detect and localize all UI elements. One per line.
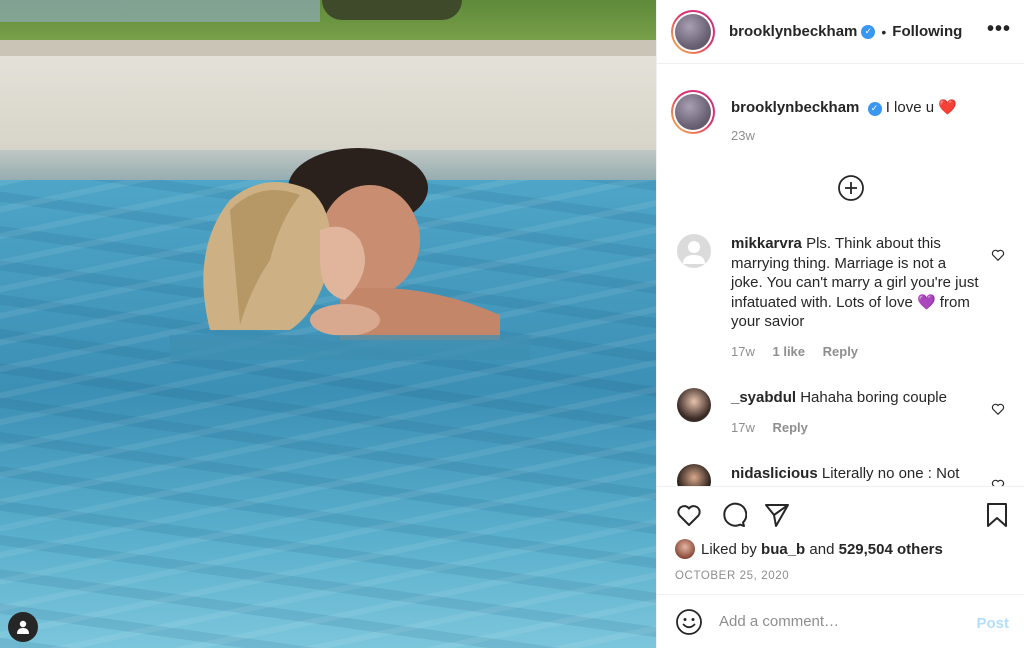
photo-wall	[0, 0, 320, 22]
comments-list[interactable]: mikkarvra Pls. Think about this marrying…	[657, 228, 1024, 486]
comment-username[interactable]: _syabdul	[731, 389, 796, 406]
comment-item: nidaslicious Literally no one : Not	[677, 464, 1017, 486]
likes-middle: and	[809, 540, 835, 558]
verified-icon: ✓	[867, 101, 882, 116]
post-header: brooklynbeckham ✓ • Following •••	[657, 0, 1024, 64]
post-photo[interactable]	[0, 0, 656, 648]
more-icon[interactable]: •••	[987, 18, 1011, 41]
likes-others[interactable]: 529,504 others	[839, 541, 943, 558]
post-button[interactable]: Post	[976, 615, 1009, 632]
commenter-avatar[interactable]	[677, 234, 711, 268]
caption-text: I love u	[885, 99, 935, 116]
commenter-avatar[interactable]	[677, 464, 711, 486]
reply-button[interactable]: Reply	[823, 344, 858, 359]
comment-text: Literally no one : Not	[821, 465, 960, 482]
heart-icon[interactable]	[675, 501, 703, 529]
post-actions: Liked by bua_b and 529,504 others OCTOBE…	[657, 486, 1024, 594]
comment-username[interactable]: nidaslicious	[731, 465, 818, 482]
emoji-icon[interactable]	[675, 608, 703, 636]
comment-item: mikkarvra Pls. Think about this marrying…	[677, 234, 1017, 359]
likes-prefix: Liked by	[701, 540, 757, 558]
comment-like-heart-icon[interactable]	[991, 478, 1005, 486]
comment-text: Hahaha boring couple	[800, 389, 947, 406]
liker-username[interactable]: bua_b	[761, 541, 805, 558]
user-icon	[17, 620, 29, 634]
author-avatar[interactable]	[671, 9, 715, 54]
heart-emoji: ❤️	[938, 99, 957, 116]
comment-time[interactable]: 17w	[731, 344, 755, 359]
verified-icon: ✓	[861, 24, 876, 39]
caption-avatar[interactable]	[671, 90, 715, 134]
bookmark-icon[interactable]	[983, 501, 1011, 529]
reply-button[interactable]: Reply	[772, 420, 807, 435]
comment-item: _syabdul Hahaha boring couple 17w Reply	[677, 388, 1017, 435]
following-button[interactable]: Following	[892, 23, 962, 40]
author-username[interactable]: brooklynbeckham	[729, 23, 857, 40]
comment-like-heart-icon[interactable]	[991, 248, 1005, 262]
photo-curb	[0, 40, 656, 56]
caption-username[interactable]: brooklynbeckham	[731, 99, 859, 116]
add-circle-icon[interactable]	[837, 174, 865, 202]
comment-like-heart-icon[interactable]	[991, 402, 1005, 416]
tagged-users-button[interactable]	[8, 612, 38, 642]
separator-dot: •	[881, 23, 887, 40]
comment-icon[interactable]	[719, 501, 747, 529]
purple-heart-emoji: 💜	[916, 293, 936, 311]
comment-likes[interactable]: 1 like	[772, 344, 805, 359]
commenter-avatar[interactable]	[677, 388, 711, 422]
comment-username[interactable]: mikkarvra	[731, 235, 802, 252]
add-comment-bar: Post	[657, 594, 1024, 648]
photo-couple	[170, 148, 530, 360]
comment-input[interactable]	[719, 613, 959, 630]
post-side-panel: brooklynbeckham ✓ • Following ••• brookl…	[656, 0, 1024, 648]
share-icon[interactable]	[763, 501, 791, 529]
likes-summary[interactable]: Liked by bua_b and 529,504 others	[675, 539, 943, 559]
comment-time[interactable]: 17w	[731, 420, 755, 435]
post-caption: brooklynbeckham ✓ I love u ❤️ 23w	[671, 90, 1011, 143]
liker-avatar	[675, 539, 695, 559]
post-date[interactable]: OCTOBER 25, 2020	[675, 570, 789, 582]
photo-hedge	[322, 0, 462, 20]
caption-time[interactable]: 23w	[731, 128, 1011, 143]
